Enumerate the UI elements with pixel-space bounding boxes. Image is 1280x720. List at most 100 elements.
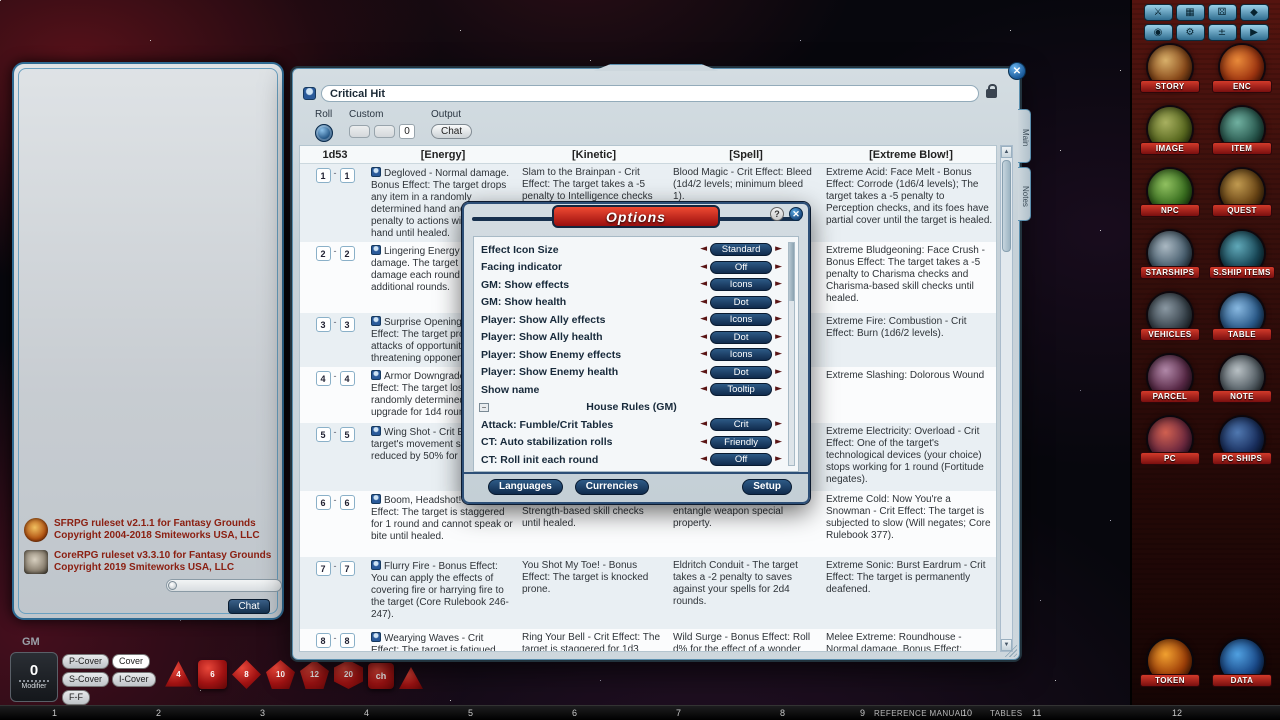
- cycle-left-icon[interactable]: ◄: [700, 243, 707, 256]
- cycle-left-icon[interactable]: ◄: [700, 383, 707, 396]
- cover-button[interactable]: Cover: [112, 654, 150, 669]
- chat-tab-button[interactable]: Chat: [228, 599, 270, 614]
- setup-button[interactable]: Setup: [742, 479, 792, 495]
- table-link-icon[interactable]: [371, 245, 381, 255]
- sidebar-item-image[interactable]: IMAGE: [1134, 107, 1206, 169]
- range-to[interactable]: 8: [340, 633, 355, 648]
- custom-count-field[interactable]: 0: [399, 124, 415, 139]
- range-from[interactable]: 5: [316, 427, 331, 442]
- taskbar-slot-1[interactable]: 1: [52, 708, 57, 718]
- table-scrollbar[interactable]: ▲ ▼: [1000, 145, 1013, 652]
- range-from[interactable]: 6: [316, 495, 331, 510]
- cycle-left-icon[interactable]: ◄: [700, 313, 707, 326]
- sidebar-item-parcel[interactable]: PARCEL: [1134, 355, 1206, 417]
- cycle-right-icon[interactable]: ►: [775, 243, 782, 256]
- taskbar-slot-11[interactable]: 11: [1032, 708, 1041, 718]
- cycle-left-icon[interactable]: ◄: [700, 366, 707, 379]
- chat-scroll-knob[interactable]: [168, 581, 177, 590]
- tab-main[interactable]: Main: [1018, 109, 1031, 163]
- setting-value-button[interactable]: Friendly: [710, 436, 772, 449]
- d4-icon[interactable]: 4: [164, 660, 193, 689]
- range-to[interactable]: 5: [340, 427, 355, 442]
- setting-value-button[interactable]: Off: [710, 261, 772, 274]
- sidebar-item-sship-items[interactable]: S.SHIP ITEMS: [1206, 231, 1278, 293]
- range-to[interactable]: 2: [340, 246, 355, 261]
- help-icon[interactable]: ?: [770, 207, 784, 221]
- pointer-cone-icon[interactable]: [399, 667, 423, 689]
- d8-icon[interactable]: 8: [232, 660, 261, 689]
- sidebar-item-data[interactable]: DATA: [1206, 639, 1278, 701]
- i-cover-button[interactable]: I-Cover: [112, 672, 156, 687]
- taskbar-reference-manual[interactable]: REFERENCE MANUAL: [874, 709, 965, 718]
- sidebar-item-quest[interactable]: QUEST: [1206, 169, 1278, 231]
- taskbar-slot-3[interactable]: 3: [260, 708, 265, 718]
- setting-value-button[interactable]: Icons: [710, 313, 772, 326]
- scroll-up-icon[interactable]: ▲: [1001, 146, 1012, 158]
- range-from[interactable]: 7: [316, 561, 331, 576]
- chat-scrollbar[interactable]: [166, 579, 282, 592]
- range-from[interactable]: 8: [316, 633, 331, 648]
- taskbar-slot-12[interactable]: 12: [1172, 708, 1182, 718]
- s-cover-button[interactable]: S-Cover: [62, 672, 109, 687]
- p-cover-button[interactable]: P-Cover: [62, 654, 109, 669]
- setting-value-button[interactable]: Dot: [710, 366, 772, 379]
- output-chat-button[interactable]: Chat: [431, 124, 472, 139]
- custom-die-slot[interactable]: [349, 125, 370, 138]
- cycle-left-icon[interactable]: ◄: [700, 453, 707, 466]
- range-to[interactable]: 3: [340, 317, 355, 332]
- party-vision-icon[interactable]: ◉: [1144, 24, 1173, 41]
- range-to[interactable]: 1: [340, 168, 355, 183]
- d6-icon[interactable]: 6: [198, 660, 227, 689]
- setting-value-button[interactable]: Standard: [710, 243, 772, 256]
- setting-value-button[interactable]: Tooltip: [710, 383, 772, 396]
- cycle-left-icon[interactable]: ◄: [700, 296, 707, 309]
- dice-tower-icon[interactable]: ⚄: [1208, 4, 1237, 21]
- table-link-icon[interactable]: [371, 632, 381, 642]
- dice-tower-icon[interactable]: ch: [368, 663, 394, 689]
- combat-tracker-icon[interactable]: ⚔: [1144, 4, 1173, 21]
- lock-icon[interactable]: [986, 89, 997, 98]
- sidebar-item-token[interactable]: TOKEN: [1134, 639, 1206, 701]
- cycle-right-icon[interactable]: ►: [775, 313, 782, 326]
- cycle-right-icon[interactable]: ►: [775, 348, 782, 361]
- currencies-button[interactable]: Currencies: [575, 479, 649, 495]
- table-link-icon[interactable]: [371, 426, 381, 436]
- setting-value-button[interactable]: Icons: [710, 348, 772, 361]
- table-link-icon[interactable]: [371, 316, 381, 326]
- languages-button[interactable]: Languages: [488, 479, 563, 495]
- setting-value-button[interactable]: Off: [710, 453, 772, 466]
- pointer-icon[interactable]: ▶: [1240, 24, 1269, 41]
- cycle-left-icon[interactable]: ◄: [700, 331, 707, 344]
- setting-value-button[interactable]: Dot: [710, 296, 772, 309]
- taskbar-slot-8[interactable]: 8: [780, 708, 785, 718]
- cycle-left-icon[interactable]: ◄: [700, 436, 707, 449]
- cycle-right-icon[interactable]: ►: [775, 331, 782, 344]
- setting-value-button[interactable]: Crit: [710, 418, 772, 431]
- modifiers-icon[interactable]: ±: [1208, 24, 1237, 41]
- d12-icon[interactable]: 12: [300, 660, 329, 689]
- taskbar-slot-7[interactable]: 7: [676, 708, 681, 718]
- sidebar-item-vehicles[interactable]: VEHICLES: [1134, 293, 1206, 355]
- cycle-right-icon[interactable]: ►: [775, 418, 782, 431]
- cycle-right-icon[interactable]: ►: [775, 383, 782, 396]
- close-icon[interactable]: ✕: [1008, 62, 1026, 80]
- taskbar-slot-2[interactable]: 2: [156, 708, 161, 718]
- range-from[interactable]: 1: [316, 168, 331, 183]
- range-from[interactable]: 4: [316, 371, 331, 386]
- options-gear-icon[interactable]: ⚙: [1176, 24, 1205, 41]
- ff-button[interactable]: F-F: [62, 690, 90, 705]
- table-link-icon[interactable]: [371, 494, 381, 504]
- cycle-right-icon[interactable]: ►: [775, 366, 782, 379]
- sidebar-item-enc[interactable]: ENC: [1206, 45, 1278, 107]
- taskbar-slot-5[interactable]: 5: [468, 708, 473, 718]
- sidebar-item-npc[interactable]: NPC: [1134, 169, 1206, 231]
- sidebar-item-pc[interactable]: PC: [1134, 417, 1206, 479]
- sidebar-item-table[interactable]: TABLE: [1206, 293, 1278, 355]
- sidebar-item-starships[interactable]: STARSHIPS: [1134, 231, 1206, 293]
- range-from[interactable]: 3: [316, 317, 331, 332]
- roll-button[interactable]: [315, 124, 333, 142]
- cycle-right-icon[interactable]: ►: [775, 278, 782, 291]
- cycle-left-icon[interactable]: ◄: [700, 261, 707, 274]
- table-link-icon[interactable]: [371, 167, 381, 177]
- sidebar-item-note[interactable]: NOTE: [1206, 355, 1278, 417]
